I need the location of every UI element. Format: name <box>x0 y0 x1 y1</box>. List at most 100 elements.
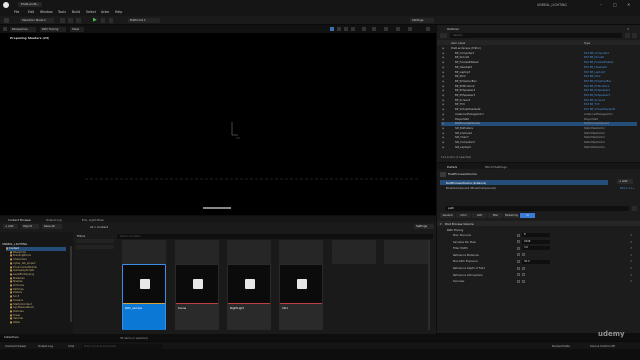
rotate-tool-icon[interactable] <box>344 27 348 31</box>
menu-help[interactable]: Help <box>115 10 122 14</box>
visibility-icon[interactable]: ◉ <box>442 80 444 84</box>
outliner-row-type[interactable]: PostProcessVolume <box>584 122 609 126</box>
mode-dropdown[interactable]: Selection Mode ▾ <box>20 18 54 23</box>
reset-icon[interactable]: ↺ <box>630 254 632 257</box>
cb-search-input[interactable]: Search Content <box>117 234 433 239</box>
viewport-menu-icon[interactable] <box>3 27 7 31</box>
property-checkbox[interactable] <box>522 279 525 283</box>
outliner-row-type[interactable]: Edit BP_PCSpeaker2 <box>584 89 610 93</box>
folder-tree-item[interactable]: ■ Walls <box>10 321 20 325</box>
reset-icon[interactable]: ↺ <box>630 234 632 237</box>
camera-speed-icon[interactable] <box>408 27 412 31</box>
details-filter-tab[interactable]: Streaming <box>504 213 519 218</box>
content-browser-tab[interactable]: Content Browser <box>8 218 31 222</box>
visibility-icon[interactable]: ◉ <box>442 127 444 131</box>
col-type-label[interactable]: Type <box>584 41 590 45</box>
visibility-icon[interactable]: ◉ <box>442 122 444 126</box>
asset-tile-top-6[interactable] <box>384 240 428 264</box>
visibility-icon[interactable]: ◉ <box>442 52 444 56</box>
details-settings-icon[interactable] <box>632 206 637 211</box>
property-value-field[interactable]: 3.0 <box>522 246 550 251</box>
cb-settings-button[interactable]: Settings <box>414 224 434 229</box>
filters-button[interactable]: Filters <box>77 234 85 238</box>
reset-icon[interactable]: ↺ <box>630 267 632 270</box>
outliner-row-type[interactable]: StaticMeshActor <box>584 132 605 136</box>
outliner-row[interactable]: ◉ BP_PCGamerBox Edit BP_PCGamerBox <box>441 80 637 84</box>
visibility-icon[interactable]: ◉ <box>442 103 444 107</box>
outliner-row[interactable]: ◉ PostLandscape (Editor) <box>441 47 637 51</box>
outliner-settings-icon[interactable] <box>632 33 637 38</box>
property-checkbox[interactable] <box>522 253 525 257</box>
scale-tool-icon[interactable] <box>351 27 355 31</box>
outliner-row-type[interactable]: Edit BP_TV3 <box>584 103 600 107</box>
asset-tile-top-4[interactable] <box>279 240 323 264</box>
details-filter-tab[interactable]: General <box>440 213 455 218</box>
outliner-row-type[interactable]: Edit BP_Drone5 <box>584 56 604 60</box>
outliner-row[interactable]: ◉ BP_Screen3 Edit BP_Screen3 <box>441 99 637 103</box>
outliner-row[interactable]: ◉ BP_Drone5 Edit BP_Drone5 <box>441 56 637 60</box>
content-drawer-button[interactable]: Content Drawer <box>5 344 26 348</box>
source-control-button[interactable]: Source Control Off <box>590 344 615 348</box>
asset-tile-top-5[interactable] <box>332 240 376 264</box>
select-tool-icon[interactable] <box>330 27 334 31</box>
outliner-tab[interactable]: Outliner <box>447 27 459 31</box>
grid-snap-icon[interactable] <box>372 27 376 31</box>
visibility-icon[interactable]: ◉ <box>442 94 444 98</box>
minimize-icon[interactable]: – <box>600 2 602 7</box>
outliner-row-type[interactable]: Edit BP_VirtualHeadset2 <box>584 108 615 112</box>
env-light-mixer-tab[interactable]: Env. Light Mixer <box>82 218 104 222</box>
override-checkbox[interactable] <box>517 279 520 283</box>
asset-tile[interactable]: Scene <box>175 264 219 330</box>
actor-name-field[interactable]: PostProcessVolume <box>448 172 618 177</box>
asset-tile-top-2[interactable] <box>175 240 219 264</box>
menu-window[interactable]: Window <box>40 10 53 14</box>
blueprint-icon[interactable] <box>68 18 73 23</box>
outliner-row-type[interactable]: PlayerStart <box>584 118 598 122</box>
outliner-row[interactable]: ◉ SM_BoPosters StaticMeshActor <box>441 127 637 131</box>
outliner-row[interactable]: ◉ SM_Computer3 StaticMeshActor <box>441 141 637 145</box>
reset-icon[interactable]: ↺ <box>630 260 632 263</box>
outliner-row-type[interactable]: StaticMeshActor <box>584 141 605 145</box>
menu-select[interactable]: Select <box>86 10 96 14</box>
outliner-row[interactable]: ◉ BP_Computer2 Edit BP_Computer2 <box>441 52 637 56</box>
visibility-icon[interactable]: ◉ <box>442 108 444 112</box>
override-checkbox[interactable] <box>517 246 520 250</box>
details-filter-tab[interactable]: Actor <box>456 213 471 218</box>
outliner-row[interactable]: ◉ BP_VirtualHeadset2 Edit BP_VirtualHeadse… <box>441 108 637 112</box>
details-tab[interactable]: Details <box>447 165 457 169</box>
outliner-row-type[interactable]: Edit BP_Computer2 <box>584 52 609 56</box>
reset-icon[interactable]: ↺ <box>630 241 632 244</box>
outliner-row[interactable]: ◉ BP_PCSpeaker3 Edit BP_PCSpeaker3 <box>441 94 637 98</box>
outliner-row[interactable]: ◉ BP_PCMonitor2 Edit BP_PCMonitor2 <box>441 85 637 89</box>
details-search-input[interactable]: path <box>445 206 629 211</box>
settings-button[interactable]: Settings <box>410 18 434 23</box>
override-checkbox[interactable] <box>517 240 520 244</box>
menu-build[interactable]: Build <box>72 10 80 14</box>
move-tool-icon[interactable] <box>337 27 341 31</box>
override-checkbox[interactable] <box>517 266 520 270</box>
visibility-icon[interactable]: ◉ <box>442 113 444 117</box>
derived-data-button[interactable]: Derived Data <box>552 344 570 348</box>
visibility-icon[interactable]: ◉ <box>442 132 444 136</box>
menu-edit[interactable]: Edit <box>28 10 34 14</box>
component-row[interactable]: PostProcessVolume (Instance) <box>440 180 608 185</box>
override-checkbox[interactable] <box>517 259 520 263</box>
property-value-field[interactable]: 8 <box>522 233 550 238</box>
outliner-row[interactable]: ◉ SM_Camera2 StaticMeshActor <box>441 132 637 136</box>
outliner-row[interactable]: ◉ PlayerStart PlayerStart <box>441 118 637 122</box>
asset-tile-top-3[interactable] <box>227 240 271 264</box>
platforms-dropdown[interactable]: Platforms ▾ <box>128 18 160 23</box>
sub-component-label[interactable]: BrushComponent (BrushComponent) <box>446 186 496 190</box>
visibility-icon[interactable]: ◉ <box>442 56 444 60</box>
asset-tile[interactable]: Intro <box>279 264 323 330</box>
visibility-icon[interactable]: ◉ <box>442 66 444 70</box>
tree-scrollbar[interactable] <box>70 246 72 322</box>
override-checkbox[interactable] <box>517 233 520 237</box>
outliner-row-type[interactable]: Edit BP_FoosballTable2 <box>584 61 613 65</box>
outliner-row-type[interactable]: StaticMeshActor <box>584 146 605 150</box>
cb-scrollbar[interactable] <box>428 240 430 330</box>
outliner-row-type[interactable]: Edit BP_PCGamerBox <box>584 80 611 84</box>
menu-file[interactable]: File <box>14 10 19 14</box>
asset-tile[interactable]: NightLight <box>227 264 271 330</box>
reset-icon[interactable]: ↺ <box>630 274 632 277</box>
